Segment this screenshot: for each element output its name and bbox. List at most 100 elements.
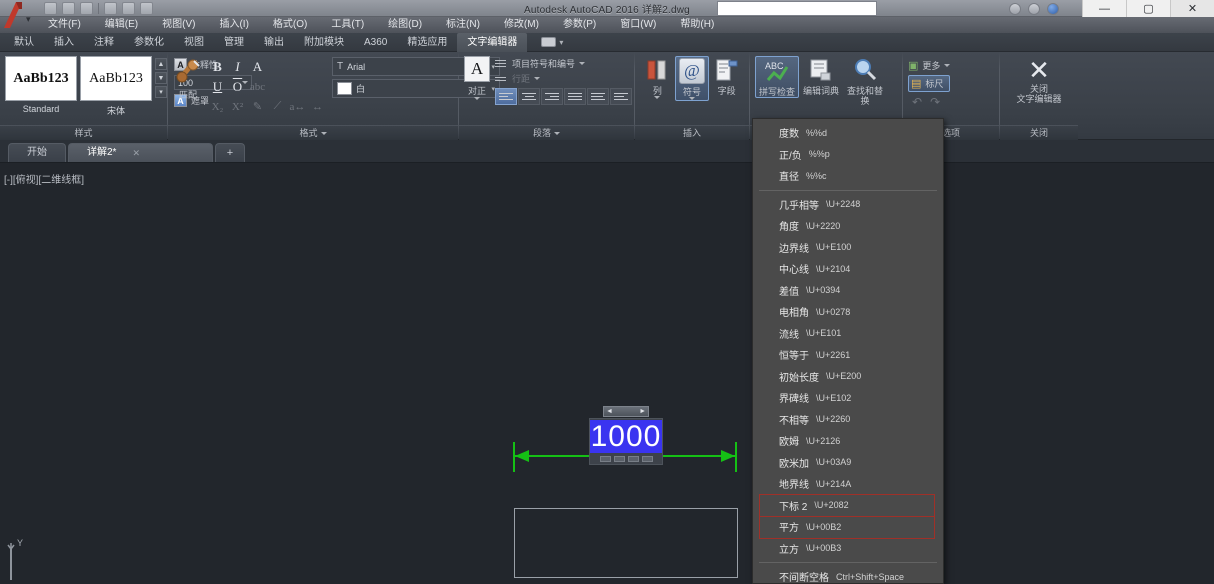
viewport-label[interactable]: [-][俯视][二维线框] (4, 171, 84, 186)
symbol-item-boundary-line[interactable]: 边界线 \U+E100 (753, 237, 943, 259)
chevron-down-icon[interactable]: ▾ (559, 38, 563, 47)
tab-addins[interactable]: 附加模块 (294, 33, 354, 52)
tab-parametric[interactable]: 参数化 (124, 33, 174, 52)
autodesk-360-icon[interactable] (1028, 2, 1040, 15)
file-tab-bar[interactable]: 开始 详解2* ✕ + (0, 140, 1214, 163)
undo-icon[interactable]: ↶ (912, 95, 922, 109)
resize-handle[interactable] (641, 455, 653, 462)
file-tab-drawing[interactable]: 详解2* ✕ (68, 143, 213, 162)
ruler-left-marker-icon[interactable]: ◄ (606, 408, 613, 415)
symbol-item-omega[interactable]: 欧米加 \U+03A9 (753, 452, 943, 474)
tracking-icon[interactable]: a↔ (288, 97, 307, 116)
menu-dimension[interactable]: 标注(N) (434, 17, 492, 33)
search-input[interactable] (717, 1, 877, 16)
text-editor-handles[interactable] (590, 453, 662, 464)
symbol-item-initial-length[interactable]: 初始长度 \U+E200 (753, 366, 943, 388)
chevron-down-icon[interactable] (320, 131, 327, 135)
dimension-object[interactable]: ◄ ► 1000 (505, 406, 745, 472)
align-left-button[interactable] (495, 88, 517, 105)
symbol-item-angle[interactable]: 角度 \U+2220 (753, 215, 943, 237)
text-editor-ruler[interactable]: ◄ ► (603, 406, 649, 417)
symbol-item-almost-equal[interactable]: 几乎相等 \U+2248 (753, 194, 943, 216)
symbol-button[interactable]: @ 符号 (674, 56, 710, 101)
symbol-item-monument-line[interactable]: 界碑线 \U+E102 (753, 387, 943, 409)
line-spacing-button[interactable]: 行距 (495, 72, 632, 85)
tab-text-editor[interactable]: 文字编辑器 (457, 32, 528, 52)
inplace-text-editor[interactable]: ◄ ► 1000 (589, 406, 663, 465)
drawing-canvas[interactable]: [-][俯视][二维线框] Y ◄ ► 1000 (0, 163, 1214, 584)
ribbon-state-icon[interactable] (541, 37, 557, 47)
justify-button[interactable]: A 对正 (464, 56, 490, 100)
menu-bar[interactable]: 文件(F) 编辑(E) 视图(V) 插入(I) 格式(O) 工具(T) 绘图(D… (0, 17, 1214, 33)
tab-view[interactable]: 视图 (174, 33, 214, 52)
align-justify-button[interactable] (564, 88, 586, 105)
symbol-item-delta[interactable]: 差值 \U+0394 (753, 280, 943, 302)
account-icons[interactable] (1009, 1, 1059, 16)
menu-tools[interactable]: 工具(T) (319, 17, 376, 33)
panel-title-paragraph[interactable]: 段落 (459, 125, 634, 140)
strikethrough-button[interactable]: abc (248, 77, 267, 96)
symbol-item-squared[interactable]: 平方 \U+00B2 (753, 516, 943, 538)
ribbon-minimize-control[interactable]: ▾ (541, 37, 563, 47)
symbol-item-subscript-2[interactable]: 下标 2 \U+2082 (753, 495, 943, 517)
scroll-down-icon[interactable]: ▼ (155, 72, 167, 84)
symbol-item-nonbreaking-space[interactable]: 不间断空格 Ctrl+Shift+Space (753, 566, 943, 584)
superscript-button[interactable]: X² (228, 97, 247, 116)
chevron-down-icon[interactable] (654, 96, 661, 99)
symbol-dropdown-menu[interactable]: 度数 %%d 正/负 %%p 直径 %%c 几乎相等 \U+2248 角度 \U… (752, 118, 944, 584)
spellcheck-button[interactable]: ABC 拼写检查 (755, 56, 799, 98)
width-factor-icon[interactable]: ↔ (308, 97, 327, 116)
chevron-down-icon[interactable] (944, 64, 951, 67)
subscript-button[interactable]: X₂ (208, 97, 227, 116)
dimension-text[interactable]: 1000 (590, 420, 662, 453)
overline-button[interactable]: O (228, 77, 247, 96)
underline-button[interactable]: U (208, 77, 227, 96)
new-tab-button[interactable]: + (215, 143, 245, 162)
ruler-right-marker-icon[interactable]: ► (639, 408, 646, 415)
align-center-button[interactable] (518, 88, 540, 105)
resize-handle[interactable] (627, 455, 639, 462)
tab-insert[interactable]: 插入 (44, 33, 84, 52)
text-editor-box[interactable]: 1000 (589, 418, 663, 465)
autodesk-logo-icon[interactable]: ▾ (2, 0, 36, 30)
resize-handle[interactable] (613, 455, 625, 462)
style-gallery-scroll[interactable]: ▲ ▼ ▾ (155, 56, 167, 98)
resize-handle[interactable] (599, 455, 611, 462)
columns-button[interactable]: 列 (640, 56, 675, 99)
ribbon-tab-bar[interactable]: 默认 插入 注释 参数化 视图 管理 输出 附加模块 A360 精选应用 文字编… (0, 32, 1214, 52)
tab-manage[interactable]: 管理 (214, 33, 254, 52)
symbol-item-flow-line[interactable]: 流线 \U+E101 (753, 323, 943, 345)
field-button[interactable]: 字段 (709, 56, 744, 96)
symbol-item-electrical-phase[interactable]: 电相角 \U+0278 (753, 301, 943, 323)
menu-format[interactable]: 格式(O) (261, 17, 319, 33)
find-replace-button[interactable]: 查找和替换 (843, 56, 887, 106)
symbol-item-not-equal[interactable]: 不相等 \U+2260 (753, 409, 943, 431)
oblique-angle-icon[interactable]: ⟋ (268, 97, 287, 116)
maximize-button[interactable]: ▢ (1126, 0, 1170, 17)
align-top-button[interactable] (610, 88, 632, 105)
clear-formatting-icon[interactable]: ✎ (248, 97, 267, 116)
file-tab-start[interactable]: 开始 (8, 143, 66, 162)
edit-dictionary-button[interactable]: 编辑词典 (799, 56, 843, 96)
undo-redo-group[interactable]: ↶ ↷ (908, 95, 950, 109)
panel-title-format[interactable]: 格式 (168, 125, 458, 140)
text-style-preview[interactable]: AaBb123 (5, 56, 77, 101)
alignment-buttons[interactable] (495, 88, 632, 105)
chevron-down-icon[interactable] (534, 77, 541, 80)
menu-insert[interactable]: 插入(I) (207, 17, 260, 33)
tab-output[interactable]: 输出 (254, 33, 294, 52)
minimize-button[interactable]: — (1082, 0, 1126, 17)
more-options-button[interactable]: ▣ 更多 (908, 59, 951, 72)
chevron-down-icon[interactable] (474, 97, 480, 100)
close-text-editor-button[interactable]: ✕ 关闭 文字编辑器 (1008, 56, 1070, 104)
align-distribute-button[interactable] (587, 88, 609, 105)
symbol-item-property-line[interactable]: 地界线 \U+214A (753, 473, 943, 495)
menu-window[interactable]: 窗口(W) (608, 17, 668, 33)
text-style-preview-group[interactable]: AaBb123 Standard (5, 56, 77, 114)
tab-annotate[interactable]: 注释 (84, 33, 124, 52)
tab-home[interactable]: 默认 (4, 33, 44, 52)
uppercase-button[interactable]: A (248, 57, 267, 76)
symbol-item-center-line[interactable]: 中心线 \U+2104 (753, 258, 943, 280)
redo-icon[interactable]: ↷ (930, 95, 940, 109)
menu-draw[interactable]: 绘图(D) (376, 17, 434, 33)
